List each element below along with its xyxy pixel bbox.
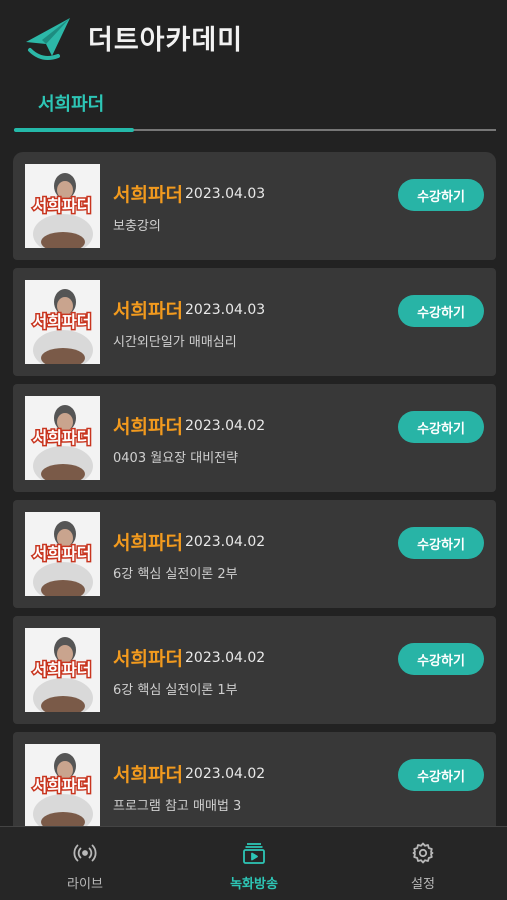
app-title: 더트아카데미 <box>88 25 244 56</box>
lecture-date: 2023.04.02 <box>185 534 266 550</box>
lecture-list: 서희파더 서희파더 2023.04.03 보충강의 수강하기 서희파더 서희파더 2023.0… <box>13 152 496 826</box>
nav-settings-label: 설정 <box>411 877 435 892</box>
thumb-title-text: 서희파더 <box>33 312 92 331</box>
lecture-date: 2023.04.02 <box>185 650 266 666</box>
app-screen: 더트아카데미 서희파더 서희파더 서희파더 2023.04.03 보충강의 수강하기 서희… <box>0 0 507 900</box>
tab-active-indicator <box>14 128 134 132</box>
bottom-nav: 라이브 녹화방송 설정 <box>0 826 507 900</box>
lecture-thumbnail: 서희파더 <box>25 396 100 480</box>
thumb-title-text: 서희파더 <box>33 544 92 563</box>
lecture-date: 2023.04.02 <box>185 418 266 434</box>
enroll-button[interactable]: 수강하기 <box>398 643 484 675</box>
broadcast-icon <box>73 841 97 865</box>
enroll-button[interactable]: 수강하기 <box>398 179 484 211</box>
header: 더트아카데미 <box>0 0 507 78</box>
lecture-title: 서희파더 <box>113 532 183 554</box>
lecture-card[interactable]: 서희파더 서희파더 2023.04.02 6강 핵심 실전이론 1부 수강하기 <box>13 616 496 724</box>
nav-live-label: 라이브 <box>67 877 103 892</box>
nav-recorded-label: 녹화방송 <box>230 877 278 892</box>
lecture-subtitle: 프로그램 참고 매매법 3 <box>113 799 242 814</box>
enroll-button[interactable]: 수강하기 <box>398 295 484 327</box>
lecture-card[interactable]: 서희파더 서희파더 2023.04.03 시간외단일가 매매심리 수강하기 <box>13 268 496 376</box>
lecture-subtitle: 6강 핵심 실전이론 1부 <box>113 683 238 698</box>
lecture-subtitle: 시간외단일가 매매심리 <box>113 335 237 350</box>
thumb-title-text: 서희파더 <box>33 196 92 215</box>
nav-recorded[interactable]: 녹화방송 <box>194 827 314 900</box>
recorded-video-icon <box>242 841 266 865</box>
lecture-title: 서희파더 <box>113 648 183 670</box>
lecture-title: 서희파더 <box>113 416 183 438</box>
tab-seohuipadeo[interactable]: 서희파더 <box>38 90 104 116</box>
lecture-title: 서희파더 <box>113 764 183 786</box>
nav-live[interactable]: 라이브 <box>25 827 145 900</box>
lecture-thumbnail: 서희파더 <box>25 512 100 596</box>
tab-bar: 서희파더 <box>14 78 496 134</box>
lecture-thumbnail: 서희파더 <box>25 744 100 826</box>
lecture-subtitle: 0403 월요장 대비전략 <box>113 451 239 466</box>
lecture-thumbnail: 서희파더 <box>25 280 100 364</box>
enroll-button[interactable]: 수강하기 <box>398 527 484 559</box>
thumb-title-text: 서희파더 <box>33 776 92 795</box>
thumb-title-text: 서희파더 <box>33 428 92 447</box>
nav-settings[interactable]: 설정 <box>363 827 483 900</box>
lecture-subtitle: 보충강의 <box>113 219 161 234</box>
gear-icon <box>411 841 435 865</box>
lecture-card[interactable]: 서희파더 서희파더 2023.04.02 6강 핵심 실전이론 2부 수강하기 <box>13 500 496 608</box>
thumb-title-text: 서희파더 <box>33 660 92 679</box>
lecture-card[interactable]: 서희파더 서희파더 2023.04.02 프로그램 참고 매매법 3 수강하기 <box>13 732 496 826</box>
lecture-thumbnail: 서희파더 <box>25 628 100 712</box>
lecture-thumbnail: 서희파더 <box>25 164 100 248</box>
lecture-subtitle: 6강 핵심 실전이론 2부 <box>113 567 238 582</box>
lecture-card[interactable]: 서희파더 서희파더 2023.04.02 0403 월요장 대비전략 수강하기 <box>13 384 496 492</box>
lecture-card[interactable]: 서희파더 서희파더 2023.04.03 보충강의 수강하기 <box>13 152 496 260</box>
enroll-button[interactable]: 수강하기 <box>398 759 484 791</box>
lecture-title: 서희파더 <box>113 300 183 322</box>
lecture-date: 2023.04.03 <box>185 186 266 202</box>
lecture-date: 2023.04.02 <box>185 766 266 782</box>
enroll-button[interactable]: 수강하기 <box>398 411 484 443</box>
lecture-title: 서희파더 <box>113 184 183 206</box>
paper-plane-icon <box>22 12 74 64</box>
lecture-date: 2023.04.03 <box>185 302 266 318</box>
